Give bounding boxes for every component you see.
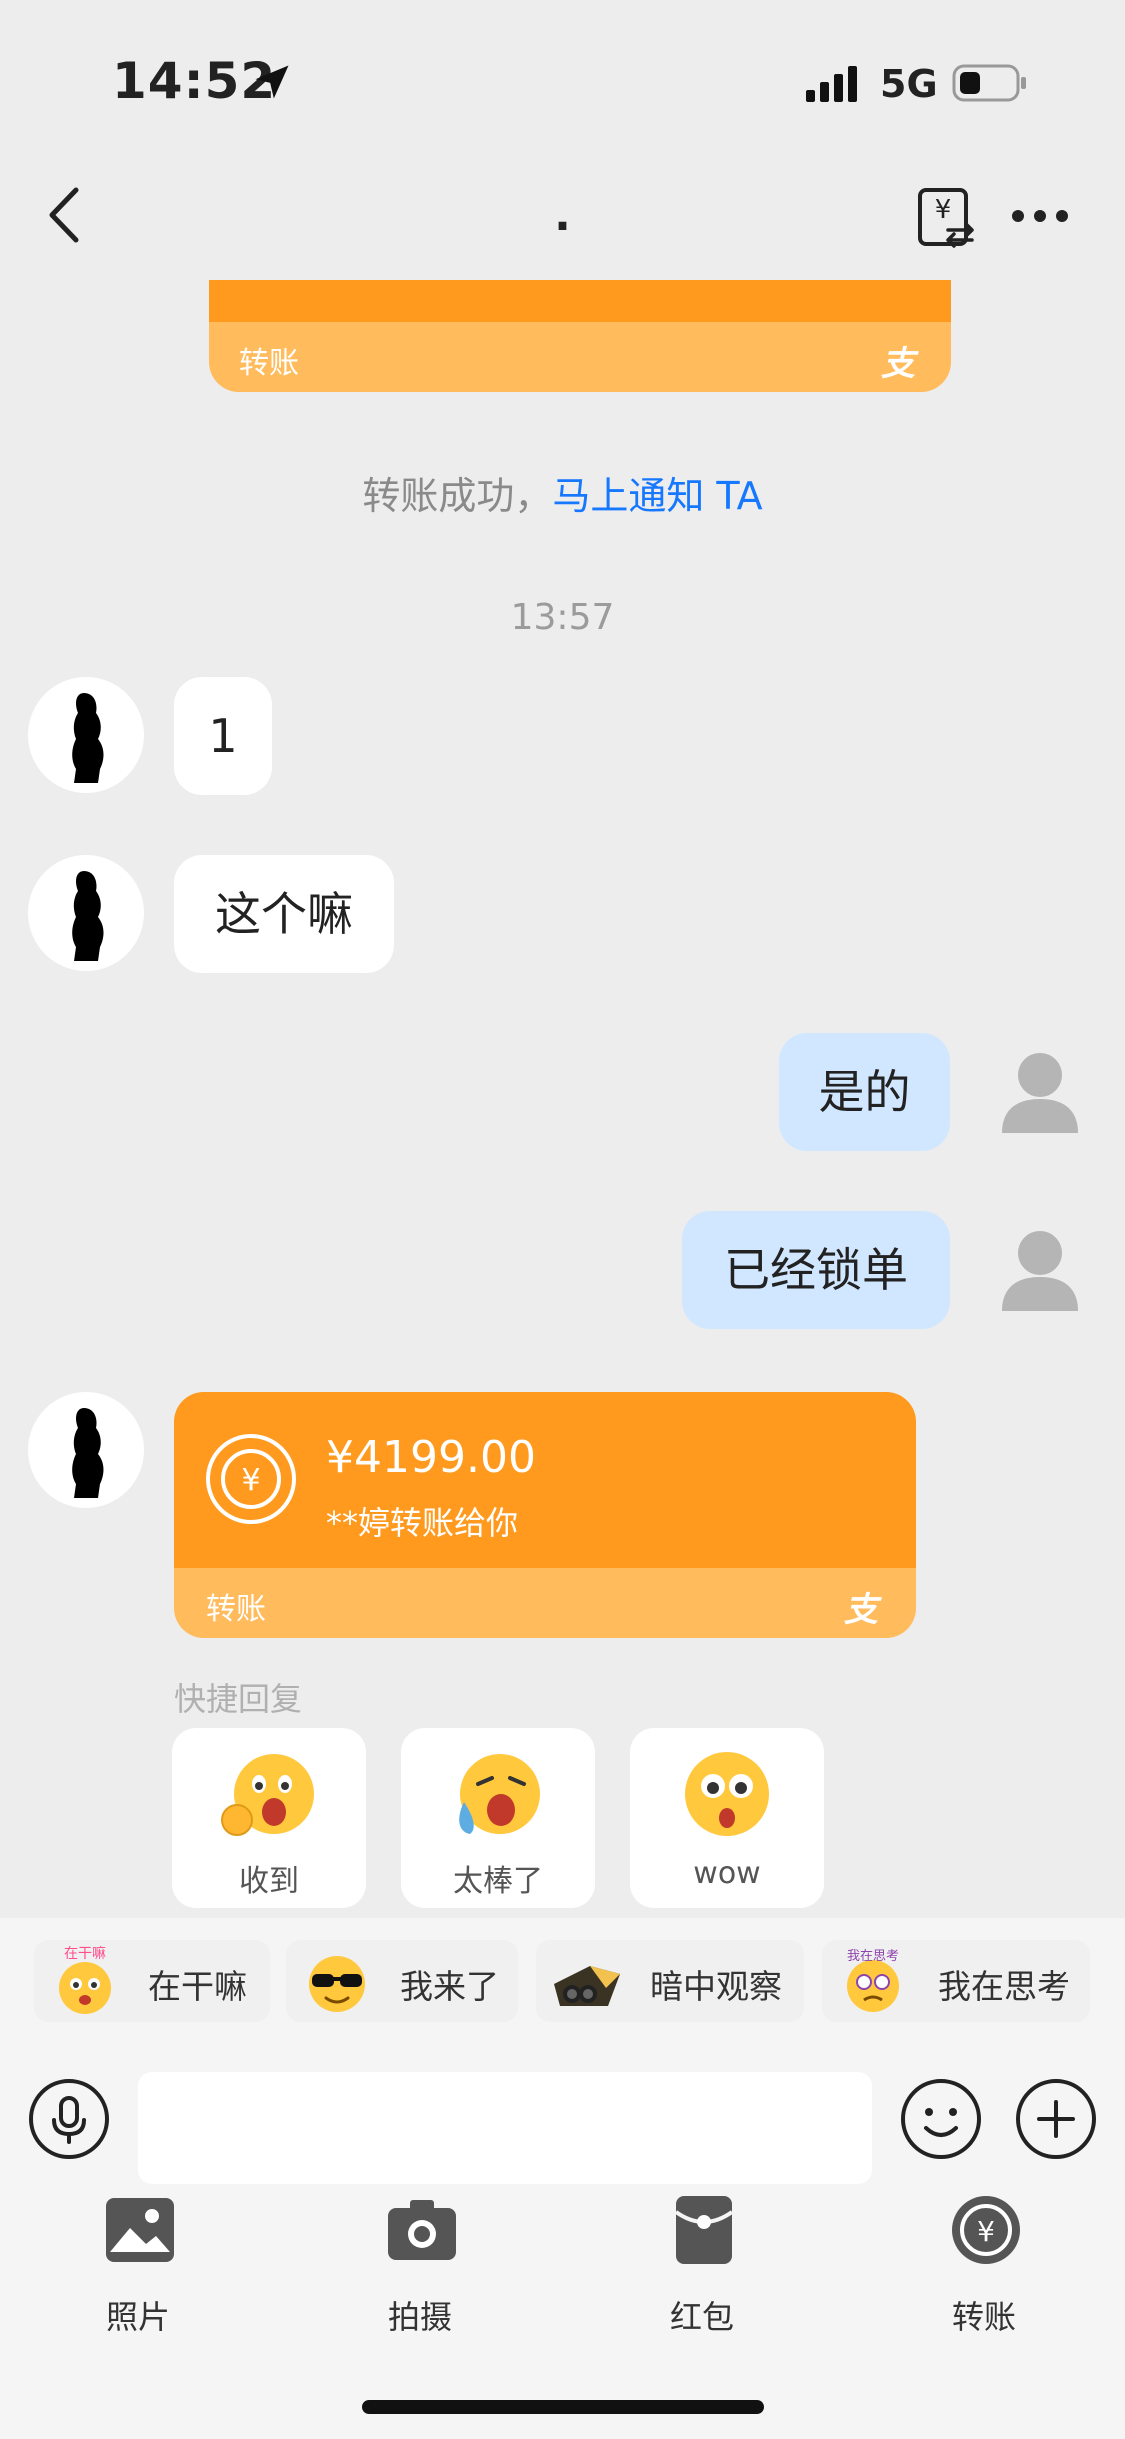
- alipay-logo-icon: 支: [844, 1590, 878, 1630]
- svg-text:¥: ¥: [935, 195, 952, 225]
- message-input[interactable]: [138, 2072, 872, 2184]
- camera-icon: [388, 2200, 456, 2260]
- transfer-card-label: 转账: [239, 346, 299, 381]
- quick-reply-text: 太棒了: [453, 1864, 543, 1899]
- svg-text:¥: ¥: [241, 1463, 260, 1498]
- ok-hand-emoji-icon: [221, 1754, 314, 1836]
- red-packet-icon: [674, 2196, 734, 2264]
- cellular-signal-icon: [806, 66, 857, 102]
- transfer-card-header: [209, 280, 951, 322]
- svg-text:¥: ¥: [977, 2215, 995, 2248]
- contact-avatar[interactable]: [28, 855, 144, 971]
- message-bubble-outgoing[interactable]: 是的: [779, 1033, 950, 1151]
- chat-messages[interactable]: 转账 支 转账成功，马上通知 TA 13:57 1 这个嘛 是的 已经锁单 ¥ …: [0, 280, 1125, 1920]
- toolbar-label: 照片: [105, 2298, 170, 2336]
- transfer-icon: ¥: [952, 2196, 1020, 2264]
- sunglasses-emoji-sticker-icon: [309, 1956, 365, 2012]
- message-bubble-incoming[interactable]: 这个嘛: [174, 855, 394, 973]
- sticker-label: 暗中观察: [650, 1967, 782, 2006]
- silhouette-avatar-icon: [72, 693, 104, 783]
- contact-avatar[interactable]: [28, 677, 144, 793]
- sticker-thinking[interactable]: 我在思考 我在思考: [822, 1940, 1090, 2022]
- quick-reply-received[interactable]: 收到: [172, 1728, 366, 1908]
- location-arrow-icon: [255, 65, 289, 99]
- transfer-card[interactable]: ¥ ¥4199.00 **婷转账给你 转账 支: [174, 1392, 916, 1638]
- status-bar: 14:52 5G: [0, 0, 1125, 160]
- sticker-suggestion-bar: 在干嘛 在干嘛 我来了 暗中观察 我在思考 我在思考: [0, 1918, 1125, 2048]
- time-divider: 13:57: [510, 597, 615, 638]
- chat-title: .: [554, 190, 571, 241]
- battery-icon: [952, 64, 1026, 102]
- sticker-coming[interactable]: 我来了: [286, 1940, 518, 2022]
- sticker-label: 在干嘛: [148, 1967, 247, 2006]
- notify-link[interactable]: 马上通知 TA: [552, 474, 762, 518]
- sticker-observing[interactable]: 暗中观察: [536, 1940, 804, 2022]
- silhouette-avatar-icon: [72, 1408, 104, 1498]
- waving-emoji-sticker-icon: 在干嘛: [59, 1946, 111, 2014]
- crying-laughing-emoji-icon: [459, 1754, 540, 1834]
- peeking-binoculars-sticker-icon: [554, 1966, 620, 2006]
- my-avatar[interactable]: [982, 1033, 1098, 1149]
- plus-icon[interactable]: [1015, 2078, 1097, 2160]
- sticker-what-doing[interactable]: 在干嘛 在干嘛: [34, 1940, 270, 2022]
- toolbar-photo[interactable]: 照片: [38, 2194, 238, 2354]
- transfer-card-label: 转账: [206, 1592, 266, 1627]
- voice-input-icon[interactable]: [28, 2078, 110, 2160]
- more-icon[interactable]: [1010, 198, 1070, 234]
- sticker-overlay-text: 我在思考: [847, 1949, 899, 1964]
- transfer-card-previous[interactable]: 转账 支: [209, 280, 951, 392]
- back-icon[interactable]: [40, 180, 90, 250]
- home-indicator[interactable]: [362, 2400, 764, 2414]
- input-bar: [0, 2048, 1125, 2194]
- toolbar-label: 转账: [951, 2298, 1016, 2336]
- transfer-yen-icon: ¥: [206, 1434, 296, 1524]
- quick-reply-text: wow: [693, 1856, 761, 1891]
- transfer-note: **婷转账给你: [326, 1504, 519, 1542]
- photo-icon: [106, 2198, 174, 2262]
- system-message-text: 转账成功，: [362, 474, 553, 518]
- quick-reply-great[interactable]: 太棒了: [401, 1728, 595, 1908]
- transfer-record-icon[interactable]: ¥: [916, 186, 976, 248]
- message-bubble-outgoing[interactable]: 已经锁单: [682, 1211, 950, 1329]
- default-user-avatar-icon: [1002, 1053, 1078, 1133]
- sticker-overlay-text: 在干嘛: [64, 1946, 106, 1962]
- message-bubble-incoming[interactable]: 1: [174, 677, 272, 795]
- toolbar-red-packet[interactable]: 红包: [602, 2194, 802, 2354]
- toolbar-label: 拍摄: [387, 2298, 452, 2336]
- network-type: 5G: [880, 62, 938, 106]
- default-user-avatar-icon: [1002, 1231, 1078, 1311]
- toolbar-camera[interactable]: 拍摄: [320, 2194, 520, 2354]
- quick-reply-wow[interactable]: wow: [630, 1728, 824, 1908]
- emoji-icon[interactable]: [900, 2078, 982, 2160]
- sticker-label: 我来了: [400, 1967, 499, 2006]
- thinking-emoji-sticker-icon: 我在思考: [847, 1949, 899, 2012]
- alipay-logo-icon: 支: [881, 344, 915, 384]
- quick-reply-label: 快捷回复: [174, 1680, 303, 1718]
- system-message: 转账成功，马上通知 TA: [0, 465, 1125, 520]
- sticker-label: 我在思考: [938, 1967, 1070, 2006]
- surprised-emoji-icon: [685, 1752, 769, 1836]
- silhouette-avatar-icon: [72, 871, 104, 961]
- my-avatar[interactable]: [982, 1211, 1098, 1327]
- transfer-amount: ¥4199.00: [326, 1432, 536, 1483]
- toolbar-transfer[interactable]: ¥ 转账: [884, 2194, 1084, 2354]
- contact-avatar[interactable]: [28, 1392, 144, 1508]
- quick-reply-text: 收到: [239, 1864, 299, 1899]
- toolbar-label: 红包: [669, 2298, 734, 2336]
